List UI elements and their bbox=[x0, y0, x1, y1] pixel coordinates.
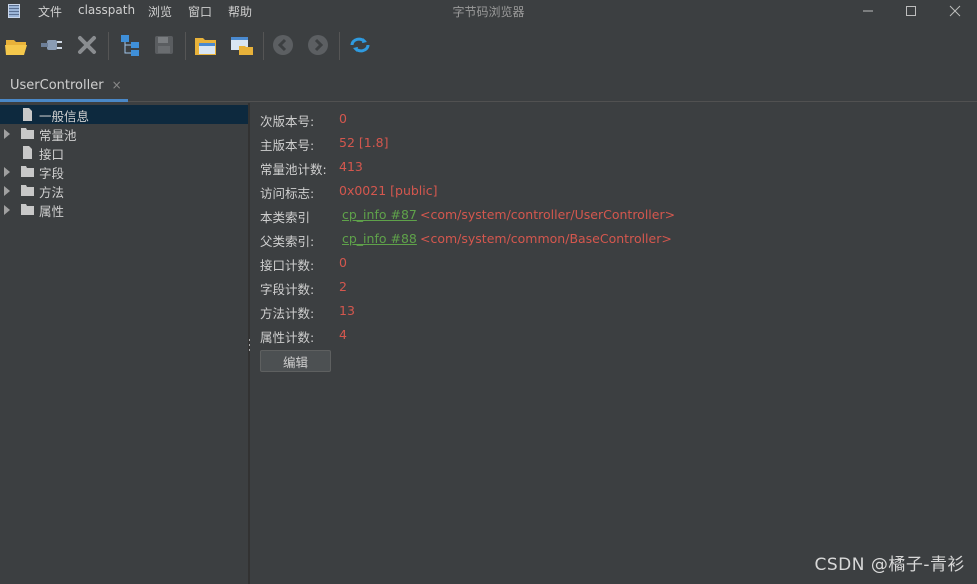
menu-help[interactable]: 帮助 bbox=[228, 3, 252, 20]
minimize-icon bbox=[863, 10, 873, 12]
close-icon bbox=[949, 5, 961, 17]
fields-count-label: 字段计数: bbox=[260, 282, 315, 297]
super-class-ref: <com/system/common/BaseController> bbox=[420, 231, 672, 246]
open-button[interactable] bbox=[3, 31, 31, 59]
tab-label: UserController bbox=[10, 77, 104, 93]
back-arrow-icon bbox=[273, 35, 293, 55]
methods-count-value: 13 bbox=[339, 303, 355, 318]
attributes-count-label: 属性计数: bbox=[260, 330, 315, 345]
file-icon bbox=[23, 146, 32, 159]
major-version-value: 52 [1.8] bbox=[339, 135, 389, 150]
tree-item-constant-pool[interactable]: 常量池 bbox=[0, 124, 248, 143]
this-class-ref: <com/system/controller/UserController> bbox=[420, 207, 676, 222]
general-info-panel: 次版本号: 0 主版本号: 52 [1.8] 常量池计数: 413 访问标志: … bbox=[250, 103, 977, 584]
forward-button[interactable] bbox=[304, 31, 332, 59]
open-folder-blue-icon bbox=[195, 38, 216, 55]
tree-item-fields[interactable]: 字段 bbox=[0, 162, 248, 181]
constant-pool-count-label: 常量池计数: bbox=[260, 162, 327, 177]
window-folder-icon bbox=[231, 37, 253, 55]
tab-bar: UserController × bbox=[0, 71, 977, 102]
menu-window[interactable]: 窗口 bbox=[188, 3, 212, 20]
browse-button[interactable] bbox=[192, 31, 220, 59]
tree-item-interfaces[interactable]: 接口 bbox=[0, 143, 248, 162]
close-window-button[interactable] bbox=[935, 0, 975, 22]
plug-icon bbox=[41, 40, 62, 50]
window-title: 字节码浏览器 bbox=[452, 5, 525, 19]
folder-icon bbox=[21, 128, 34, 139]
back-button[interactable] bbox=[269, 31, 297, 59]
interfaces-count-label: 接口计数: bbox=[260, 258, 315, 273]
watermark: CSDN @橘子-青衫 bbox=[814, 555, 965, 575]
tab-close-icon[interactable]: × bbox=[112, 78, 122, 92]
interfaces-count-value: 0 bbox=[339, 255, 347, 270]
super-class-cp-link[interactable]: cp_info #88 bbox=[342, 231, 417, 246]
menu-classpath[interactable]: classpath bbox=[78, 3, 135, 17]
expand-arrow-icon[interactable] bbox=[4, 204, 10, 215]
tree-structure-icon bbox=[121, 35, 139, 56]
toolbar bbox=[0, 22, 977, 68]
expand-arrow-icon[interactable] bbox=[4, 185, 10, 196]
attributes-count-value: 4 bbox=[339, 327, 347, 342]
menu-file[interactable]: 文件 bbox=[38, 3, 62, 20]
expand-arrow-icon[interactable] bbox=[4, 128, 10, 139]
folder-icon bbox=[21, 185, 34, 196]
maximize-button[interactable] bbox=[891, 0, 931, 22]
save-disk-icon bbox=[155, 36, 173, 54]
close-x-icon bbox=[78, 36, 96, 54]
folder-icon bbox=[21, 166, 34, 177]
file-icon bbox=[23, 108, 32, 121]
refresh-icon bbox=[350, 37, 370, 53]
toolbar-separator bbox=[108, 32, 109, 60]
minor-version-label: 次版本号: bbox=[260, 114, 315, 129]
close-file-button[interactable] bbox=[73, 31, 101, 59]
forward-arrow-icon bbox=[308, 35, 328, 55]
open-folder-icon bbox=[5, 40, 27, 55]
edit-button[interactable]: 编辑 bbox=[260, 350, 331, 372]
save-button[interactable] bbox=[150, 31, 178, 59]
maximize-icon bbox=[906, 6, 916, 16]
minimize-button[interactable] bbox=[848, 0, 888, 22]
access-flags-value: 0x0021 [public] bbox=[339, 183, 438, 198]
menu-browse[interactable]: 浏览 bbox=[148, 3, 172, 20]
connect-button[interactable] bbox=[37, 31, 65, 59]
super-class-label: 父类索引: bbox=[260, 234, 315, 249]
app-icon bbox=[8, 4, 20, 18]
tree-item-attributes[interactable]: 属性 bbox=[0, 200, 248, 219]
toolbar-separator bbox=[185, 32, 186, 60]
this-class-label: 本类索引 bbox=[260, 210, 311, 225]
fields-count-value: 2 bbox=[339, 279, 347, 294]
major-version-label: 主版本号: bbox=[260, 138, 315, 153]
access-flags-label: 访问标志: bbox=[260, 186, 315, 201]
toolbar-separator bbox=[339, 32, 340, 60]
constant-pool-count-value: 413 bbox=[339, 159, 363, 174]
class-structure-tree: 一般信息 常量池 接口 字段 方法 属性 bbox=[0, 103, 248, 584]
tree-item-general-info[interactable]: 一般信息 bbox=[0, 105, 248, 124]
title-bar: 文件 classpath 浏览 窗口 帮助 字节码浏览器 bbox=[0, 0, 977, 22]
toolbar-separator bbox=[263, 32, 264, 60]
hierarchy-button[interactable] bbox=[116, 31, 144, 59]
refresh-button[interactable] bbox=[346, 31, 374, 59]
methods-count-label: 方法计数: bbox=[260, 306, 315, 321]
folder-icon bbox=[21, 204, 34, 215]
minor-version-value: 0 bbox=[339, 111, 347, 126]
tab-usercontroller[interactable]: UserController × bbox=[0, 71, 128, 102]
expand-arrow-icon[interactable] bbox=[4, 166, 10, 177]
tree-item-methods[interactable]: 方法 bbox=[0, 181, 248, 200]
window-browse-button[interactable] bbox=[228, 31, 256, 59]
this-class-cp-link[interactable]: cp_info #87 bbox=[342, 207, 417, 222]
